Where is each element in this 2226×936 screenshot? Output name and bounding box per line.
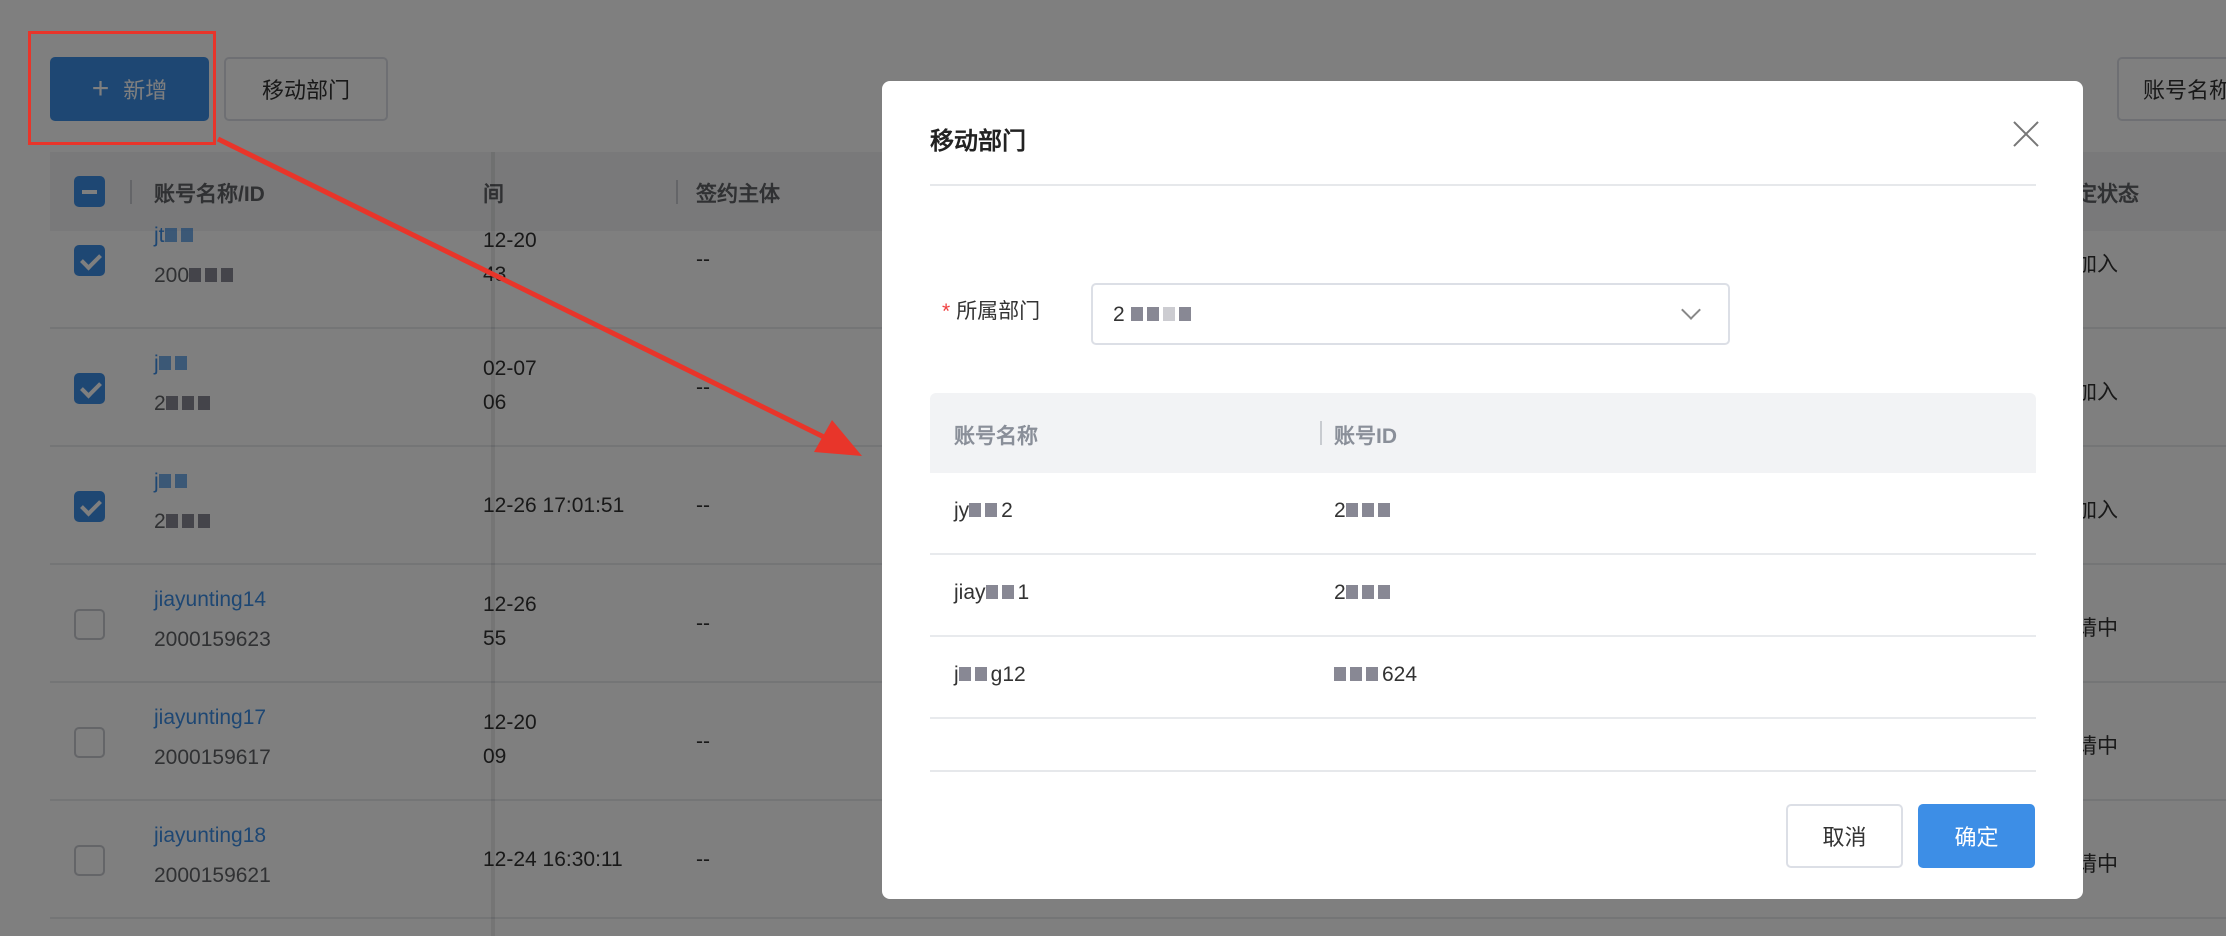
name-part: jiay <box>954 581 986 604</box>
close-icon[interactable] <box>2006 115 2046 155</box>
annotation-highlight-box <box>28 31 216 145</box>
chevron-down-icon <box>1681 300 1701 320</box>
move-department-dialog: 移动部门 * 所属部门 2 账号名称 账号ID jy 2 2 jiay 1 2 j g1… <box>882 81 2083 899</box>
list-item: jy 2 2 <box>930 473 2036 555</box>
select-value-text: 2 <box>1113 303 1125 326</box>
divider <box>930 770 2036 772</box>
department-label: * 所属部门 <box>942 295 1040 325</box>
account-id: 2 <box>1334 499 1394 523</box>
divider <box>930 184 2036 186</box>
account-name: jy 2 <box>954 499 1013 523</box>
account-id: 624 <box>1334 663 1417 687</box>
id-part: 2 <box>1334 499 1346 522</box>
dialog-title: 移动部门 <box>930 128 1026 155</box>
account-name: jiay 1 <box>954 581 1029 605</box>
department-label-text: 所属部门 <box>956 300 1041 323</box>
col-account-name: 账号名称 <box>954 425 1038 448</box>
confirm-button[interactable]: 确定 <box>1918 804 2035 868</box>
account-id: 2 <box>1334 581 1394 605</box>
column-divider <box>1320 421 1322 445</box>
id-part: 624 <box>1382 663 1418 686</box>
account-name: j g12 <box>954 663 1026 687</box>
required-mark: * <box>942 300 951 323</box>
cancel-button[interactable]: 取消 <box>1786 804 1903 868</box>
id-part: 2 <box>1334 581 1346 604</box>
col-account-id: 账号ID <box>1334 425 1397 448</box>
department-select[interactable]: 2 <box>1091 283 1730 345</box>
name-part: g12 <box>990 663 1026 686</box>
inner-table-header: 账号名称 账号ID <box>930 393 2036 473</box>
department-select-value: 2 <box>1113 303 1195 327</box>
list-item: j g12 624 <box>930 637 2036 719</box>
name-part: 1 <box>1017 581 1030 604</box>
list-item: jiay 1 2 <box>930 555 2036 637</box>
name-part: 2 <box>1001 499 1013 522</box>
selected-accounts-table: 账号名称 账号ID jy 2 2 jiay 1 2 j g12 624 <box>930 393 2036 719</box>
name-part: jy <box>954 499 970 522</box>
